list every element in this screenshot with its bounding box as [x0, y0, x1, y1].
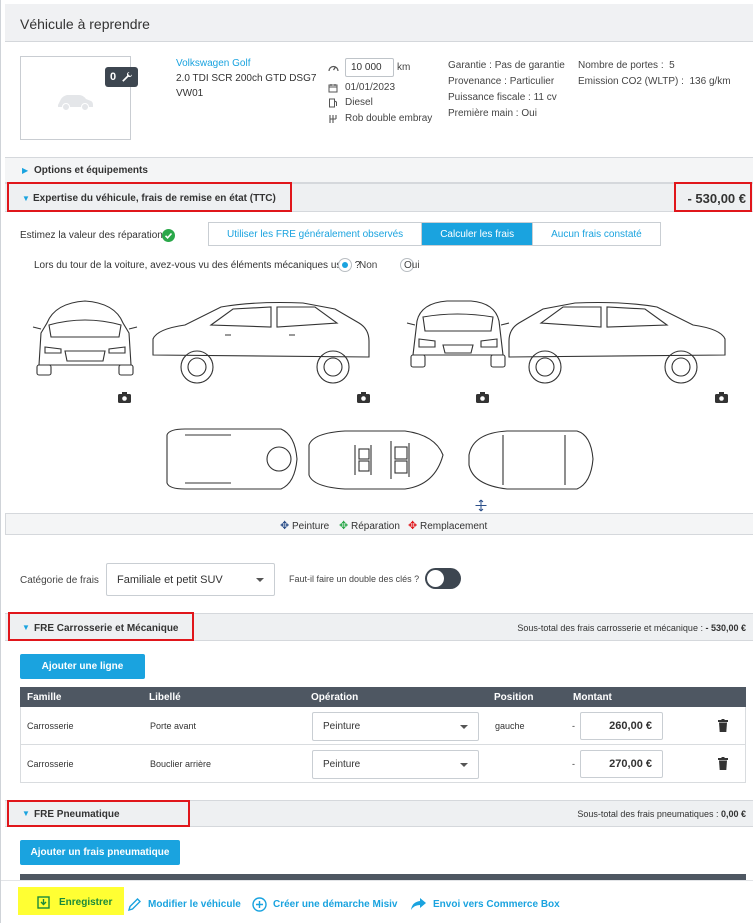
check-circle-icon — [162, 229, 175, 242]
highlight-fre-tires-title — [7, 800, 190, 827]
car-top-view-rear[interactable] — [166, 428, 298, 490]
camera-icon[interactable] — [476, 392, 489, 403]
wrench-icon — [122, 71, 133, 82]
page-header: Véhicule à reprendre — [5, 4, 753, 42]
create-misiv-button[interactable]: Créer une démarche Misiv — [252, 897, 398, 912]
spec-co2: Emission CO2 (WLTP) : 136 g/km — [578, 76, 731, 87]
camera-icon[interactable] — [118, 392, 131, 403]
first-registration-date: 01/01/2023 — [345, 82, 396, 93]
col-amount: Montant — [573, 692, 612, 703]
spec-origin: Provenance : Particulier — [448, 76, 555, 87]
highlight-expertise-total — [674, 182, 752, 212]
photo-count-badge[interactable]: 0 — [105, 67, 138, 87]
estimate-mode-segmented: Utiliser les FRE généralement observés C… — [208, 222, 661, 246]
amount-input[interactable]: 270,00 € — [580, 750, 663, 778]
chevron-down-icon — [460, 724, 468, 729]
spec-doors: Nombre de portes : 5 — [578, 60, 675, 71]
send-commerce-box-button[interactable]: Envoi vers Commerce Box — [410, 897, 560, 911]
options-section-header[interactable]: ▶ Options et équipements — [5, 157, 753, 183]
photo-count: 0 — [110, 71, 117, 83]
col-operation: Opération — [311, 692, 359, 703]
highlight-expertise-title — [7, 182, 292, 212]
legend-replace: ✥ Remplacement — [408, 520, 488, 532]
col-label: Libellé — [149, 692, 181, 703]
camera-icon[interactable] — [357, 392, 370, 403]
mechanical-no-label: Non — [359, 260, 378, 271]
page-title: Véhicule à reprendre — [20, 16, 150, 32]
operation-select[interactable]: Peinture — [312, 750, 479, 779]
car-right-side-view[interactable] — [508, 301, 726, 384]
add-line-button[interactable]: Ajouter une ligne — [20, 654, 145, 679]
category-value: Familiale et petit SUV — [117, 573, 223, 586]
add-tire-fee-button[interactable]: Ajouter un frais pneumatique — [20, 840, 180, 865]
operation-select[interactable]: Peinture — [312, 712, 479, 741]
car-left-side-view[interactable] — [152, 301, 370, 384]
estimate-option-none[interactable]: Aucun frais constaté — [533, 223, 660, 245]
vehicle-model-link[interactable]: Volkswagen Golf — [176, 58, 251, 69]
trash-icon[interactable] — [718, 757, 728, 770]
car-top-view-interior[interactable] — [308, 430, 444, 490]
table-row: Carrosserie Bouclier arrière Peinture - … — [20, 745, 746, 783]
legend-repair: ✥ Réparation — [339, 520, 400, 532]
gearbox-icon — [329, 115, 337, 123]
car-placeholder-icon — [58, 95, 93, 111]
gearbox-type: Rob double embray — [345, 113, 433, 124]
edit-vehicle-button[interactable]: Modifier le véhicule — [127, 897, 241, 912]
vehicle-code: VW01 — [176, 88, 204, 99]
plus-circle-icon — [252, 897, 267, 912]
speedometer-icon — [328, 65, 339, 72]
fre-tires-subtotal: Sous-total des frais pneumatiques : 0,00… — [577, 809, 746, 819]
page: Véhicule à reprendre 0 Volkswagen Golf 2… — [0, 0, 753, 923]
car-rear-view[interactable] — [406, 300, 510, 368]
chevron-right-icon: ▶ — [22, 166, 29, 175]
estimate-option-calculate[interactable]: Calculer les frais — [422, 223, 534, 245]
camera-icon[interactable] — [715, 392, 728, 403]
spec-warranty: Garantie : Pas de garantie — [448, 60, 565, 71]
chevron-down-icon — [460, 762, 468, 767]
damage-marker-icon[interactable] — [475, 499, 487, 512]
pencil-icon — [127, 898, 141, 912]
estimate-label: Estimez la valeur des réparations — [20, 230, 168, 241]
car-front-view[interactable] — [32, 300, 138, 376]
col-family: Famille — [27, 692, 62, 703]
category-label: Catégorie de frais — [20, 575, 99, 586]
mileage-input[interactable] — [345, 58, 394, 77]
fre-body-table-header: Famille Libellé Opération Position Monta… — [20, 687, 746, 707]
fre-body-subtotal: Sous-total des frais carrosserie et méca… — [517, 623, 746, 633]
trash-icon[interactable] — [718, 719, 728, 732]
mileage-unit: km — [397, 62, 411, 73]
vehicle-photo[interactable]: 0 — [20, 56, 138, 140]
save-button-label[interactable]: Enregistrer — [37, 896, 112, 909]
calendar-icon — [328, 84, 338, 93]
col-position: Position — [494, 692, 534, 703]
move-icon-blue: ✥ — [280, 520, 290, 532]
spec-fiscal-power: Puissance fiscale : 11 cv — [448, 92, 557, 103]
table-row: Carrosserie Porte avant Peinture gauche … — [20, 707, 746, 745]
share-arrow-icon — [411, 898, 426, 910]
keys-question: Faut-il faire un double des clés ? — [289, 574, 420, 584]
save-icon — [37, 896, 50, 909]
legend-paint: ✥ Peinture — [280, 520, 330, 532]
mechanical-yes-label: Oui — [404, 260, 420, 271]
car-top-view-roof[interactable] — [468, 430, 594, 490]
mechanical-no-radio[interactable] — [338, 258, 352, 272]
move-icon-green: ✥ — [339, 520, 349, 532]
car-damage-diagram[interactable] — [25, 295, 747, 517]
mechanical-question: Lors du tour de la voiture, avez-vous vu… — [34, 260, 361, 271]
vehicle-version: 2.0 TDI SCR 200ch GTD DSG7 — [176, 73, 317, 84]
amount-input[interactable]: 260,00 € — [580, 712, 663, 740]
fuel-icon — [329, 98, 337, 108]
damage-legend: ✥ Peinture ✥ Réparation ✥ Remplacement — [5, 513, 753, 535]
category-select[interactable]: Familiale et petit SUV — [106, 563, 275, 596]
estimate-option-observed[interactable]: Utiliser les FRE généralement observés — [209, 223, 423, 245]
duplicate-keys-toggle[interactable] — [425, 568, 461, 589]
fuel-type: Diesel — [345, 97, 373, 108]
move-icon-red: ✥ — [408, 520, 418, 532]
chevron-down-icon — [256, 577, 264, 582]
spec-first-hand: Première main : Oui — [448, 108, 537, 119]
highlight-fre-body-title — [8, 612, 194, 641]
